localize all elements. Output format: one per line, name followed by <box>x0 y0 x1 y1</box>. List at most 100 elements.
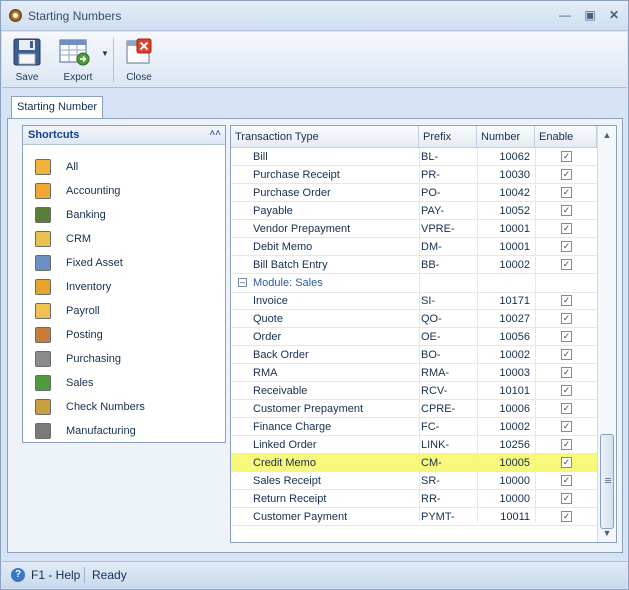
table-row[interactable]: Customer Prepayment CPRE- 10006 ✓ <box>231 400 597 418</box>
number-cell[interactable]: 10062 <box>479 151 530 163</box>
save-button[interactable]: Save <box>8 35 46 87</box>
prefix-cell[interactable]: BO- <box>421 349 441 361</box>
enable-checkbox[interactable]: ✓ <box>561 349 572 360</box>
shortcut-item[interactable]: Accounting <box>23 182 225 202</box>
prefix-cell[interactable]: PYMT- <box>421 511 455 523</box>
prefix-cell[interactable]: PR- <box>421 169 440 181</box>
help-icon[interactable]: ? <box>11 568 25 582</box>
close-button[interactable]: Close <box>119 35 159 87</box>
column-prefix[interactable]: Prefix <box>419 126 477 148</box>
prefix-cell[interactable]: BB- <box>421 259 439 271</box>
number-cell[interactable]: 10056 <box>479 331 530 343</box>
shortcut-item[interactable]: Inventory <box>23 278 225 298</box>
shortcut-item[interactable]: Manufacturing <box>23 422 225 442</box>
table-row[interactable]: Return Receipt RR- 10000 ✓ <box>231 490 597 508</box>
column-transaction-type[interactable]: Transaction Type <box>231 126 419 148</box>
shortcut-item[interactable]: Fixed Asset <box>23 254 225 274</box>
help-shortcut-text[interactable]: F1 - Help <box>31 568 80 582</box>
number-cell[interactable]: 10005 <box>479 457 530 469</box>
prefix-cell[interactable]: PO- <box>421 187 441 199</box>
prefix-cell[interactable]: RR- <box>421 493 441 505</box>
table-row[interactable]: Quote QO- 10027 ✓ <box>231 310 597 328</box>
table-row[interactable]: Sales Receipt SR- 10000 ✓ <box>231 472 597 490</box>
table-row[interactable]: Back Order BO- 10002 ✓ <box>231 346 597 364</box>
table-row[interactable]: Order OE- 10056 ✓ <box>231 328 597 346</box>
table-row[interactable]: Receivable RCV- 10101 ✓ <box>231 382 597 400</box>
enable-checkbox[interactable]: ✓ <box>561 511 572 522</box>
shortcut-item[interactable]: Banking <box>23 206 225 226</box>
number-cell[interactable]: 10052 <box>479 205 530 217</box>
enable-checkbox[interactable]: ✓ <box>561 259 572 270</box>
enable-checkbox[interactable]: ✓ <box>561 385 572 396</box>
table-row[interactable]: Vendor Prepayment VPRE- 10001 ✓ <box>231 220 597 238</box>
table-row[interactable]: Purchase Order PO- 10042 ✓ <box>231 184 597 202</box>
scrollbar-thumb[interactable] <box>600 434 614 529</box>
number-cell[interactable]: 10000 <box>479 493 530 505</box>
number-cell[interactable]: 10042 <box>479 187 530 199</box>
collapse-icon[interactable]: ˄˄ <box>209 128 221 139</box>
table-row[interactable]: Purchase Receipt PR- 10030 ✓ <box>231 166 597 184</box>
column-number[interactable]: Number <box>477 126 535 148</box>
table-row[interactable]: Invoice SI- 10171 ✓ <box>231 292 597 310</box>
scroll-up-icon[interactable]: ▲ <box>602 130 612 140</box>
column-enable[interactable]: Enable <box>535 126 597 148</box>
scroll-down-icon[interactable]: ▼ <box>602 528 612 538</box>
enable-checkbox[interactable]: ✓ <box>561 295 572 306</box>
table-row[interactable]: Finance Charge FC- 10002 ✓ <box>231 418 597 436</box>
number-cell[interactable]: 10030 <box>479 169 530 181</box>
prefix-cell[interactable]: OE- <box>421 331 441 343</box>
shortcut-item[interactable]: Purchasing <box>23 350 225 370</box>
table-row[interactable]: Bill Batch Entry BB- 10002 ✓ <box>231 256 597 274</box>
table-row[interactable]: RMA RMA- 10003 ✓ <box>231 364 597 382</box>
table-row[interactable]: Credit Memo CM- 10005 ✓ <box>231 454 597 472</box>
tab-starting-number[interactable]: Starting Number <box>11 96 104 118</box>
vertical-scrollbar[interactable]: ▲ ▼ <box>597 126 616 542</box>
table-row[interactable]: Bill BL- 10062 ✓ <box>231 148 597 166</box>
table-row[interactable]: Linked Order LINK- 10256 ✓ <box>231 436 597 454</box>
number-cell[interactable]: 10006 <box>479 403 530 415</box>
number-cell[interactable]: 10003 <box>479 367 530 379</box>
shortcut-item[interactable]: CRM <box>23 230 225 250</box>
prefix-cell[interactable]: QO- <box>421 313 442 325</box>
group-row-sales[interactable]: – Module: Sales <box>231 274 597 293</box>
table-row[interactable]: Debit Memo DM- 10001 ✓ <box>231 238 597 256</box>
prefix-cell[interactable]: SI- <box>421 295 435 307</box>
prefix-cell[interactable]: SR- <box>421 475 440 487</box>
enable-checkbox[interactable]: ✓ <box>561 151 572 162</box>
number-cell[interactable]: 10002 <box>479 349 530 361</box>
enable-checkbox[interactable]: ✓ <box>561 367 572 378</box>
table-row[interactable]: Payable PAY- 10052 ✓ <box>231 202 597 220</box>
enable-checkbox[interactable]: ✓ <box>561 493 572 504</box>
number-cell[interactable]: 10001 <box>479 241 530 253</box>
number-cell[interactable]: 10011 <box>479 511 530 523</box>
prefix-cell[interactable]: RCV- <box>421 385 447 397</box>
enable-checkbox[interactable]: ✓ <box>561 187 572 198</box>
number-cell[interactable]: 10027 <box>479 313 530 325</box>
collapse-group-icon[interactable]: – <box>238 278 247 287</box>
number-cell[interactable]: 10002 <box>479 259 530 271</box>
shortcut-item[interactable]: Posting <box>23 326 225 346</box>
prefix-cell[interactable]: CPRE- <box>421 403 455 415</box>
number-cell[interactable]: 10000 <box>479 475 530 487</box>
shortcut-item[interactable]: Check Numbers <box>23 398 225 418</box>
enable-checkbox[interactable]: ✓ <box>561 223 572 234</box>
prefix-cell[interactable]: LINK- <box>421 439 449 451</box>
prefix-cell[interactable]: RMA- <box>421 367 449 379</box>
table-row[interactable]: Customer Payment PYMT- 10011 ✓ <box>231 508 597 526</box>
prefix-cell[interactable]: DM- <box>421 241 442 253</box>
maximize-icon[interactable]: ▣ <box>582 8 598 22</box>
number-cell[interactable]: 10002 <box>479 421 530 433</box>
enable-checkbox[interactable]: ✓ <box>561 475 572 486</box>
number-cell[interactable]: 10171 <box>479 295 530 307</box>
number-cell[interactable]: 10256 <box>479 439 530 451</box>
enable-checkbox[interactable]: ✓ <box>561 403 572 414</box>
enable-checkbox[interactable]: ✓ <box>561 457 572 468</box>
export-dropdown-icon[interactable]: ▼ <box>101 49 109 58</box>
enable-checkbox[interactable]: ✓ <box>561 205 572 216</box>
enable-checkbox[interactable]: ✓ <box>561 169 572 180</box>
prefix-cell[interactable]: BL- <box>421 151 438 163</box>
shortcut-item[interactable]: Payroll <box>23 302 225 322</box>
shortcut-item[interactable]: Sales <box>23 374 225 394</box>
prefix-cell[interactable]: VPRE- <box>421 223 455 235</box>
enable-checkbox[interactable]: ✓ <box>561 331 572 342</box>
